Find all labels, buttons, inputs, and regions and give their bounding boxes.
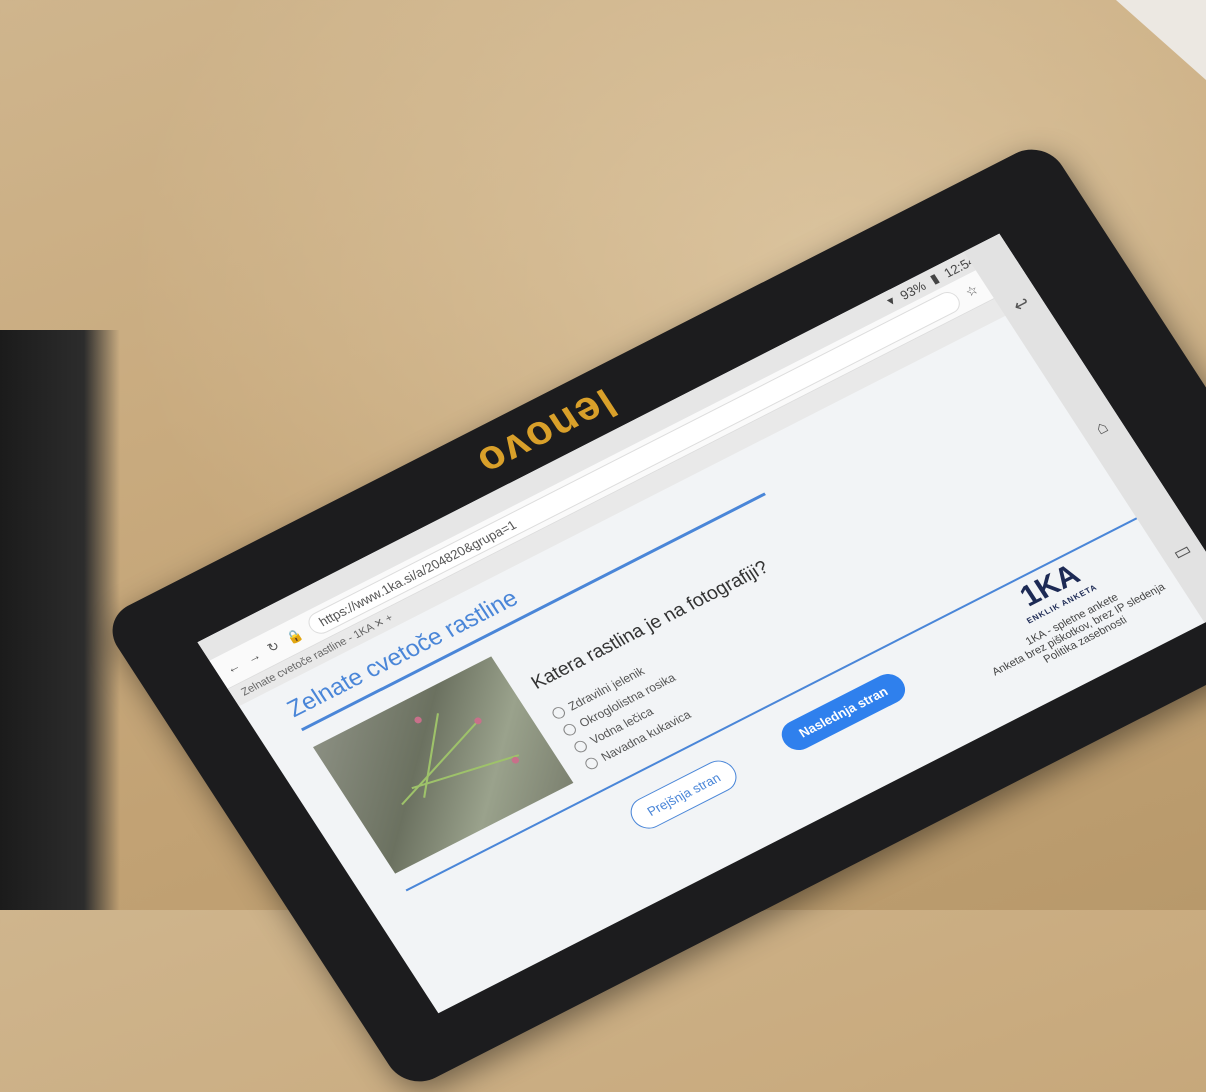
reload-icon[interactable]: ↻ <box>264 638 282 656</box>
plant-stem <box>423 713 439 798</box>
radio-button[interactable] <box>550 705 568 721</box>
back-icon[interactable]: ← <box>223 658 243 677</box>
radio-button[interactable] <box>582 755 601 772</box>
plant-leaf-tip <box>510 755 521 765</box>
lock-icon: 🔒 <box>282 625 306 646</box>
battery-icon: ▮ <box>927 270 942 287</box>
next-page-button[interactable]: Naslednja stran <box>775 668 911 756</box>
forward-icon[interactable]: → <box>244 647 264 666</box>
radio-button[interactable] <box>572 738 590 755</box>
new-tab-icon[interactable]: + <box>383 612 395 625</box>
previous-page-button[interactable]: Prejšnja stran <box>624 754 744 835</box>
plant-stem <box>401 718 481 806</box>
photographer-shadow <box>0 330 120 910</box>
survey-footer: 1KA ENKLIK ANKETA 1KA - spletne ankete A… <box>943 522 1187 695</box>
star-icon[interactable]: ☆ <box>962 281 981 300</box>
back-key-icon[interactable]: ↩ <box>1009 292 1034 317</box>
home-key-icon[interactable]: ⌂ <box>1091 417 1112 440</box>
radio-button[interactable] <box>561 721 579 738</box>
plant-leaf-tip <box>413 715 424 725</box>
recents-key-icon[interactable]: ▭ <box>1169 539 1196 564</box>
wifi-icon: ▾ <box>883 292 898 309</box>
